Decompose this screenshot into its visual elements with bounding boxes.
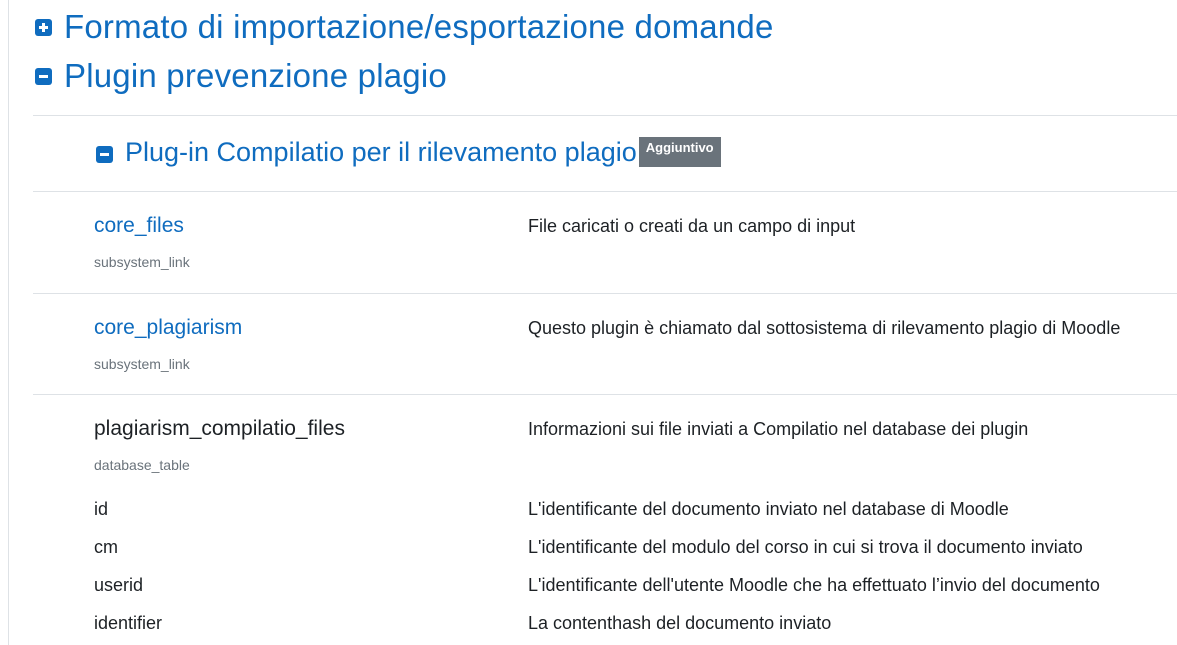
field-name: cm: [94, 537, 118, 557]
divider: [33, 394, 1177, 395]
plus-square-icon[interactable]: [35, 18, 52, 36]
field-description: L'identificante del modulo del corso in …: [528, 537, 1083, 557]
divider: [33, 115, 1177, 116]
field-name: userid: [94, 575, 144, 595]
item-description: Informazioni sui file inviati a Compilat…: [528, 419, 1029, 439]
item-description: File caricati o creati da un campo di in…: [528, 216, 856, 236]
item-type: database_table: [94, 457, 190, 473]
left-border: [8, 0, 9, 645]
item-type: subsystem_link: [94, 356, 190, 372]
field-description: La contenthash del documento inviato: [528, 613, 832, 633]
item-type: subsystem_link: [94, 254, 190, 270]
section-format-header[interactable]: Formato di importazione/esportazione dom…: [35, 8, 774, 46]
field-description: L'identificante del documento inviato ne…: [528, 499, 1009, 519]
section-plagiarism-title[interactable]: Plugin prevenzione plagio: [64, 57, 447, 95]
item-description: Questo plugin è chiamato dal sottosistem…: [528, 318, 1121, 338]
section-format-title[interactable]: Formato di importazione/esportazione dom…: [64, 8, 774, 46]
additional-badge: Aggiuntivo: [638, 137, 721, 167]
minus-square-icon[interactable]: [96, 145, 113, 163]
item-name-link[interactable]: core_files: [94, 214, 184, 238]
section-plagiarism-header[interactable]: Plugin prevenzione plagio: [35, 57, 447, 95]
minus-square-icon[interactable]: [35, 67, 52, 85]
divider: [33, 191, 1177, 192]
field-description: L'identificante dell'utente Moodle che h…: [528, 575, 1100, 595]
field-name: id: [94, 499, 109, 519]
item-name: plagiarism_compilatio_files: [94, 417, 345, 440]
field-name: identifier: [94, 613, 163, 633]
divider: [33, 293, 1177, 294]
section-compilatio-header[interactable]: Plug-in Compilatio per il rilevamento pl…: [96, 137, 721, 168]
item-name-link[interactable]: core_plagiarism: [94, 316, 242, 340]
section-compilatio-title[interactable]: Plug-in Compilatio per il rilevamento pl…: [125, 137, 637, 168]
